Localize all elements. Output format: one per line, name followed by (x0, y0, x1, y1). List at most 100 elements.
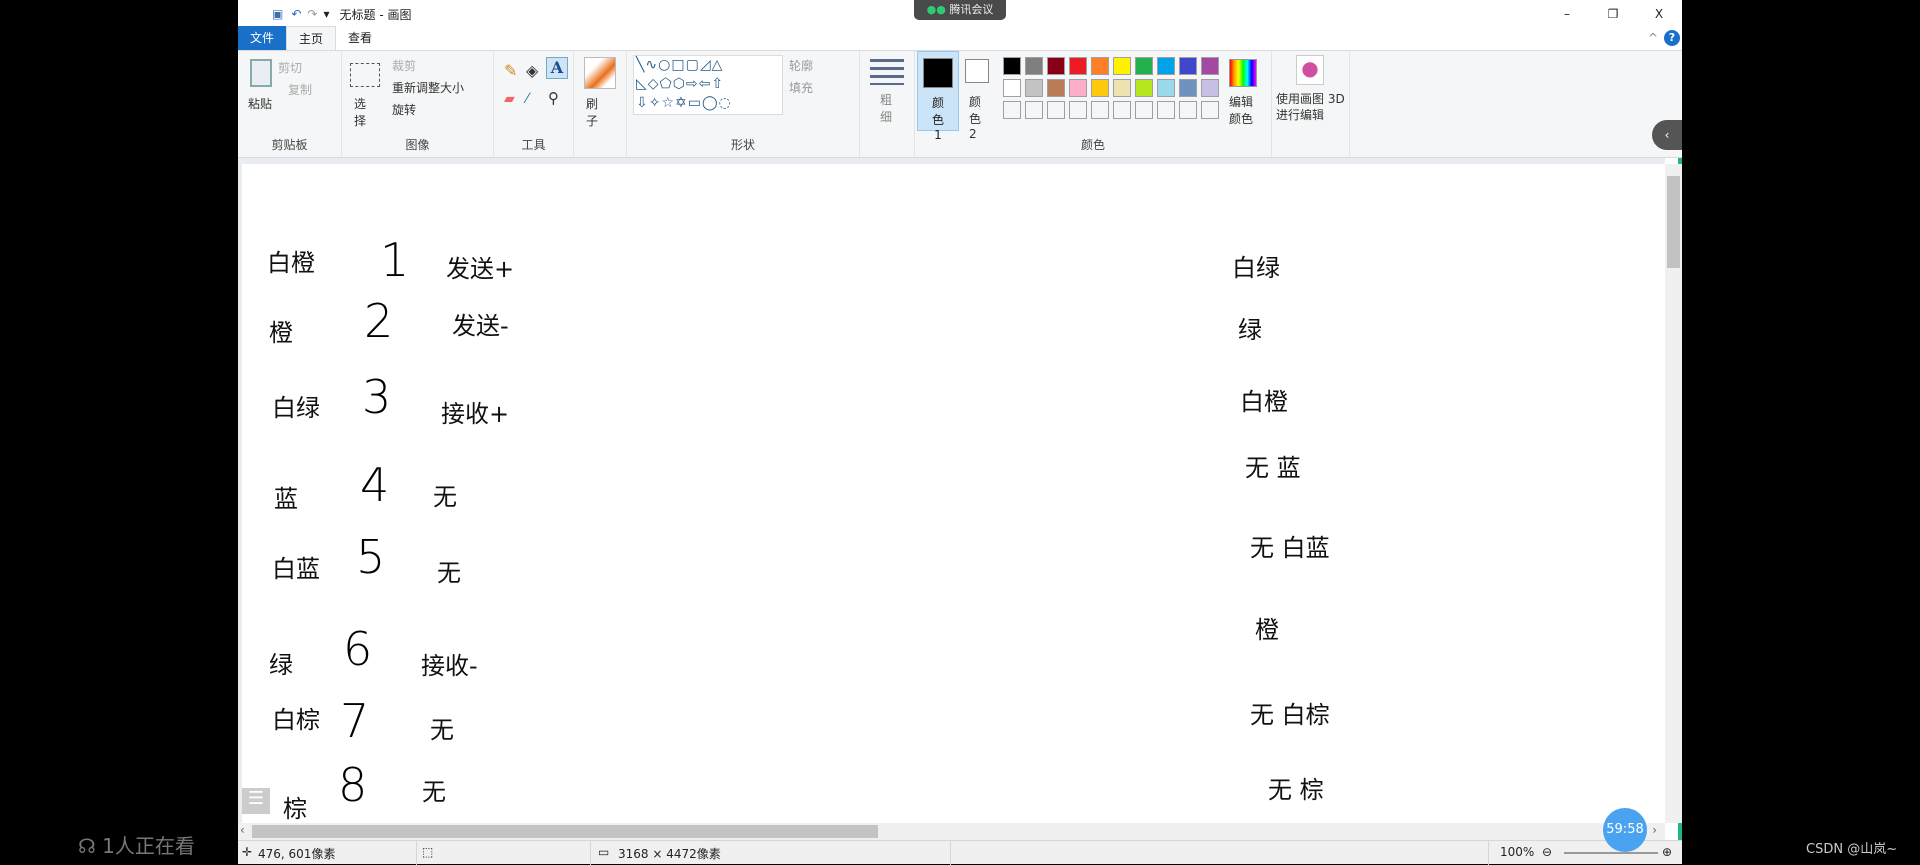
palette-swatch[interactable] (1003, 79, 1021, 97)
pin-number: 6 (343, 622, 373, 676)
copy-button[interactable]: 复制 (288, 81, 312, 98)
horizontal-scrollbar[interactable]: ‹ › (238, 823, 1665, 840)
pin-function: 发送+ (446, 255, 515, 283)
palette-swatch[interactable] (1025, 79, 1043, 97)
paste-icon[interactable] (250, 59, 272, 87)
undo-icon[interactable]: ↶ (291, 7, 301, 21)
edit-colors-icon[interactable] (1229, 59, 1257, 87)
palette-swatch[interactable] (1091, 57, 1109, 75)
palette-swatch[interactable] (1135, 101, 1153, 119)
pin-number: 8 (338, 758, 368, 812)
vertical-scrollbar[interactable] (1665, 164, 1682, 823)
palette-swatch[interactable] (1201, 79, 1219, 97)
tab-file[interactable]: 文件 (238, 26, 287, 50)
crop-button[interactable]: 裁剪 (392, 57, 416, 74)
color1-button[interactable]: 颜色 1 (917, 51, 959, 142)
scroll-left-icon[interactable]: ‹ (240, 823, 245, 837)
paste-button[interactable]: 粘贴 (248, 95, 272, 112)
brush-icon[interactable] (584, 57, 616, 89)
pencil-icon[interactable]: ✎ (504, 61, 517, 80)
palette-swatch[interactable] (1113, 57, 1131, 75)
palette-swatch[interactable] (1135, 79, 1153, 97)
collapse-ribbon-button[interactable]: ^ (1648, 26, 1658, 50)
close-button[interactable]: X (1636, 7, 1682, 21)
cut-button[interactable]: 剪切 (278, 59, 302, 76)
tab-home[interactable]: 主页 (286, 26, 337, 50)
minimize-button[interactable]: – (1544, 7, 1590, 21)
wire-color-label: 白橙 (267, 249, 315, 277)
palette-swatch[interactable] (1157, 79, 1175, 97)
size-icon[interactable] (870, 59, 904, 85)
palette-swatch[interactable] (1069, 79, 1087, 97)
palette-swatch[interactable] (1069, 57, 1087, 75)
zoom-in-button[interactable]: ⊕ (1662, 845, 1672, 859)
palette-swatch[interactable] (1179, 101, 1197, 119)
palette-swatch[interactable] (1157, 101, 1175, 119)
rotate-button[interactable]: 旋转 (392, 101, 416, 118)
outline-button[interactable]: 轮廓 (789, 57, 813, 74)
shapes-gallery[interactable]: ╲∿○□▢◿△ ◺◇⬠⬡⇨⇦⇧ ⇩✧☆✡▭◯◌ (633, 55, 783, 115)
palette-swatch[interactable] (1047, 57, 1065, 75)
pin-number: 7 (340, 694, 370, 748)
status-bar: ✛ 476, 601像素 ⬚ ▭ 3168 × 4472像素 100% ⊖ ⊕ (238, 840, 1682, 865)
text-icon[interactable]: A (546, 57, 568, 79)
palette-swatch[interactable] (1179, 57, 1197, 75)
palette-swatch[interactable] (1003, 101, 1021, 119)
paint3d-button[interactable]: 使用画图 3D 进行编辑 (1276, 91, 1346, 123)
size-button[interactable]: 粗细 (880, 91, 894, 125)
eraser-icon[interactable]: ▰ (504, 91, 515, 107)
palette-swatch[interactable] (1113, 101, 1131, 119)
palette-swatch[interactable] (1091, 101, 1109, 119)
meeting-tag[interactable]: ●● 腾讯会议 (914, 0, 1006, 20)
vertical-scroll-thumb[interactable] (1667, 176, 1680, 268)
palette-swatch[interactable] (1135, 57, 1153, 75)
help-button[interactable]: ? (1664, 30, 1680, 46)
palette-swatch[interactable] (1069, 101, 1087, 119)
scroll-right-icon[interactable]: › (1652, 823, 1657, 837)
zoom-slider[interactable] (1564, 852, 1658, 854)
palette-swatch[interactable] (1157, 57, 1175, 75)
wire-color-label: 白绿 (272, 394, 320, 422)
magnifier-icon[interactable]: ⚲ (548, 89, 559, 107)
palette-swatch[interactable] (1003, 57, 1021, 75)
edit-colors-button[interactable]: 编辑颜色 (1229, 93, 1257, 127)
palette-swatch[interactable] (1025, 57, 1043, 75)
color1-swatch (923, 58, 953, 88)
color-picker-icon[interactable]: ⁄ (526, 91, 528, 107)
horizontal-scroll-thumb[interactable] (252, 825, 878, 838)
pin-function: 无 (433, 483, 457, 511)
palette-swatch[interactable] (1179, 79, 1197, 97)
palette-swatch[interactable] (1113, 79, 1131, 97)
redo-icon[interactable]: ↷ (307, 7, 317, 21)
zoom-out-button[interactable]: ⊖ (1542, 845, 1552, 859)
fill-icon[interactable]: ◈ (526, 61, 538, 80)
tab-view[interactable]: 查看 (336, 26, 384, 50)
palette-swatch[interactable] (1047, 79, 1065, 97)
group-label: 剪贴板 (271, 138, 308, 152)
restore-button[interactable]: ❐ (1590, 7, 1636, 21)
palette-swatch[interactable] (1025, 101, 1043, 119)
save-icon[interactable]: ▣ (272, 7, 283, 21)
select-button[interactable]: 选择 (354, 95, 368, 129)
select-icon[interactable] (350, 63, 380, 87)
brush-button[interactable]: 刷子 (586, 95, 600, 129)
viewers-count: ☊ 1人正在看 (78, 830, 195, 859)
menu-icon[interactable]: ☰ (242, 788, 270, 814)
qat-dropdown-icon[interactable]: ▾ (323, 7, 329, 21)
fill-button[interactable]: 填充 (789, 79, 813, 96)
group-tools: ✎ ◈ A ▰ ⁄ ⚲ 工具 (494, 51, 574, 157)
color2-swatch[interactable] (965, 59, 989, 83)
resize-button[interactable]: 重新调整大小 (392, 79, 464, 96)
right-wire-label: 无 白棕 (1250, 701, 1330, 729)
color2-label[interactable]: 颜色 2 (969, 93, 989, 141)
cursor-position: 476, 601像素 (258, 847, 336, 861)
paint3d-icon[interactable]: ● (1296, 55, 1324, 85)
group-label: 颜色 (1080, 138, 1105, 152)
meeting-timer[interactable]: 59:58 (1603, 808, 1647, 852)
side-panel-toggle[interactable]: ‹ (1652, 120, 1682, 150)
pin-function: 无 (437, 559, 461, 587)
palette-swatch[interactable] (1047, 101, 1065, 119)
palette-swatch[interactable] (1091, 79, 1109, 97)
palette-swatch[interactable] (1201, 101, 1219, 119)
palette-swatch[interactable] (1201, 57, 1219, 75)
